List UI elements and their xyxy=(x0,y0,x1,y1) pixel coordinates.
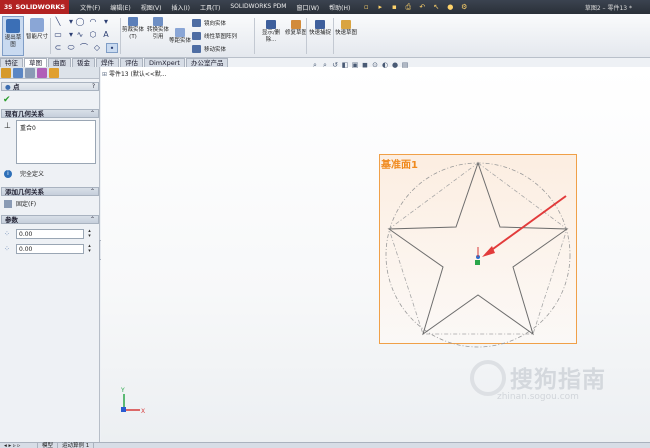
watermark-url: zhinan.sogou.com xyxy=(497,392,579,402)
tab-model[interactable]: 模型 xyxy=(38,443,59,448)
triad-x-label: X xyxy=(141,408,145,415)
bottom-tabs: ◂ ▸ ▹ ▹ 模型 运动算例 1 xyxy=(0,442,650,448)
sketch-point[interactable] xyxy=(475,260,480,265)
triad-y-label: Y xyxy=(120,387,125,394)
triad-z-axis xyxy=(121,407,126,412)
tab-motion-study[interactable]: 运动算例 1 xyxy=(58,443,95,448)
annotation-arrow-line xyxy=(485,195,567,255)
nav-arrows[interactable]: ◂ ▸ ▹ ▹ xyxy=(0,443,38,448)
annotation-arrowhead xyxy=(482,246,495,257)
watermark-logo xyxy=(470,360,506,396)
watermark-text: 搜狗指南 xyxy=(510,367,606,393)
